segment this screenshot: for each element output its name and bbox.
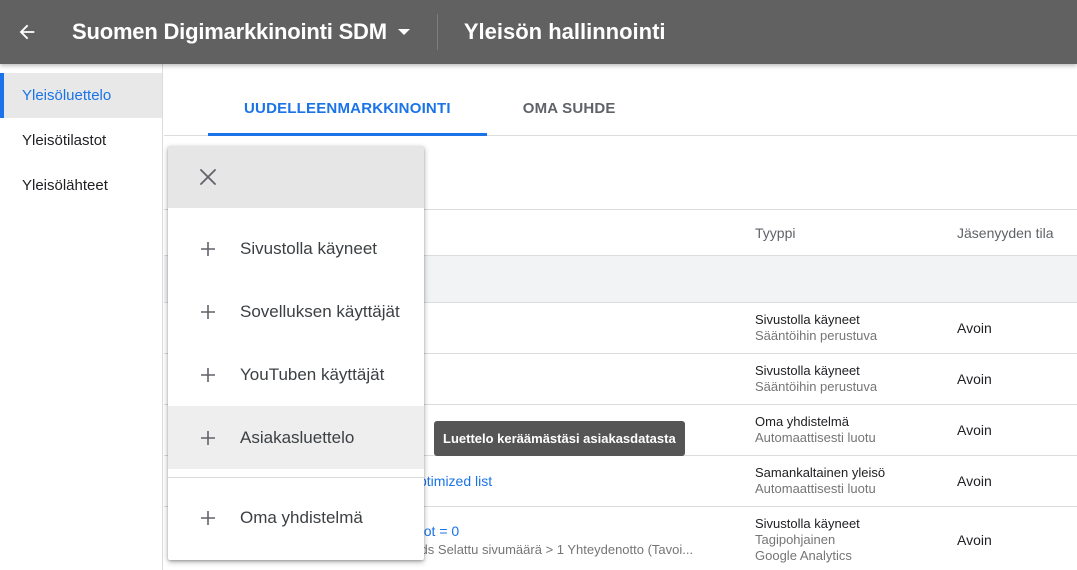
- sidebar-item-label: Yleisötilastot: [22, 132, 107, 149]
- cell-type: Sivustolla käyneet Sääntöihin perustuva: [755, 363, 957, 395]
- menu-item-app-users[interactable]: Sovelluksen käyttäjät: [168, 280, 424, 343]
- arrow-back-icon: [19, 24, 35, 40]
- cell-type: Sivustolla käyneet Sääntöihin perustuva: [755, 312, 957, 344]
- cell-status: Avoin: [957, 371, 992, 387]
- cell-name-sub: ords Selattu sivumäärä > 1 Yhteydenotto …: [409, 541, 694, 557]
- cell-type-main: Sivustolla käyneet: [755, 363, 860, 378]
- cell-type: Oma yhdistelmä Automaattisesti luotu: [755, 414, 957, 446]
- menu-header: [168, 146, 424, 208]
- menu-item-youtube-users[interactable]: YouTuben käyttäjät: [168, 343, 424, 406]
- menu-item-label: Asiakasluettelo: [240, 427, 355, 447]
- cell-type-main: Sivustolla käyneet: [755, 515, 860, 531]
- page-title: Yleisön hallinnointi: [463, 19, 666, 44]
- add-audience-menu: Sivustolla käyneet Sovelluksen käyttäjät…: [168, 146, 424, 560]
- menu-list: Sivustolla käyneet Sovelluksen käyttäjät…: [168, 208, 424, 549]
- header-type[interactable]: Tyyppi: [755, 225, 957, 241]
- menu-divider: [168, 477, 424, 478]
- menu-item-website-visitors[interactable]: Sivustolla käyneet: [168, 217, 424, 280]
- caret-down-icon: [397, 29, 410, 35]
- cell-type: Sivustolla käyneet Tagipohjainen Google …: [755, 516, 957, 564]
- cell-type-sub: Automaattisesti luotu: [755, 430, 876, 445]
- cell-type: Samankaltainen yleisö Automaattisesti lu…: [755, 465, 957, 497]
- close-icon: [200, 169, 216, 185]
- cell-type-main: Oma yhdistelmä: [755, 414, 849, 429]
- menu-close-button[interactable]: [196, 165, 220, 189]
- customer-list-tooltip: Luettelo keräämästäsi asiakasdatasta: [434, 421, 685, 456]
- plus-icon: [198, 508, 218, 528]
- sidebar-item-audience-list[interactable]: Yleisöluettelo: [0, 73, 162, 118]
- cell-status: Avoin: [957, 320, 992, 336]
- cell-type-sub: Tagipohjainen: [755, 531, 836, 547]
- menu-item-label: YouTuben käyttäjät: [240, 364, 385, 384]
- sidebar-item-audience-sources[interactable]: Yleisölähteet: [0, 163, 162, 208]
- sidebar-nav: Yleisöluettelo Yleisötilastot Yleisöläht…: [0, 64, 163, 570]
- tab-bar: UUDELLEENMARKKINOINTI OMA SUHDE: [164, 64, 1077, 136]
- cell-type-main: Samankaltainen yleisö: [755, 465, 886, 480]
- account-name[interactable]: Suomen Digimarkkinointi SDM: [72, 19, 387, 45]
- back-button[interactable]: [0, 4, 54, 60]
- tab-custom-combination[interactable]: OMA SUHDE: [487, 63, 652, 135]
- account-dropdown-button[interactable]: [393, 21, 415, 43]
- cell-type-sub: Sääntöihin perustuva: [755, 379, 878, 394]
- cell-type-sub-2: Google Analytics: [755, 547, 852, 563]
- cell-status: Avoin: [957, 473, 992, 489]
- sidebar-item-audience-insights[interactable]: Yleisötilastot: [0, 118, 162, 163]
- audience-name-link[interactable]: rsiot = 0: [409, 523, 755, 539]
- menu-item-label: Sivustolla käyneet: [240, 238, 378, 258]
- tab-remarketing[interactable]: UUDELLEENMARKKINOINTI: [208, 63, 487, 136]
- plus-icon: [198, 428, 218, 448]
- top-app-bar: Suomen Digimarkkinointi SDM Yleisön hall…: [0, 0, 1077, 64]
- cell-type-sub: Automaattisesti luotu: [755, 481, 876, 496]
- cell-status: Avoin: [957, 422, 992, 438]
- header-status[interactable]: Jäsenyyden tila: [957, 225, 1077, 241]
- plus-icon: [198, 302, 218, 322]
- sidebar-item-label: Yleisölähteet: [22, 177, 108, 194]
- menu-item-custom-combination[interactable]: Oma yhdistelmä: [168, 486, 424, 549]
- cell-type-main: Sivustolla käyneet: [755, 312, 860, 327]
- menu-item-label: Sovelluksen käyttäjät: [240, 301, 400, 321]
- plus-icon: [198, 239, 218, 259]
- menu-item-customer-list[interactable]: Asiakasluettelo: [168, 406, 424, 469]
- sidebar-item-label: Yleisöluettelo: [22, 87, 112, 104]
- cell-status: Avoin: [957, 531, 992, 548]
- menu-item-label: Oma yhdistelmä: [240, 507, 363, 527]
- topbar-divider: [436, 14, 438, 50]
- plus-icon: [198, 365, 218, 385]
- cell-type-sub: Sääntöihin perustuva: [755, 328, 878, 343]
- audience-name-link[interactable]: otimized list: [419, 473, 492, 489]
